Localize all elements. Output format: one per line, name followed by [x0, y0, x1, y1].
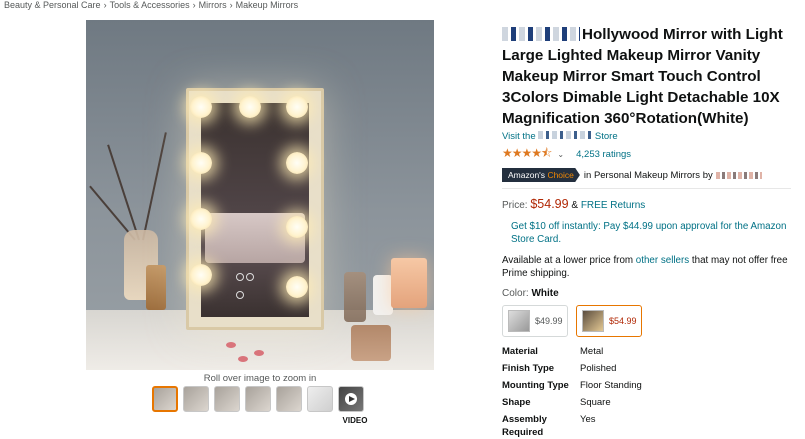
thumbnail-3[interactable]	[214, 386, 240, 412]
breadcrumb-separator: ›	[229, 0, 233, 10]
price-row: Price: $54.99 & FREE Returns	[502, 197, 792, 211]
color-label: Color:	[502, 288, 529, 299]
breadcrumb-separator: ›	[103, 0, 107, 10]
other-sellers-link[interactable]: other sellers	[636, 255, 689, 266]
spec-value: Metal	[580, 346, 604, 357]
spec-key: Assembly Required	[502, 414, 547, 438]
product-details: Hollywood Mirror with Light Large Lighte…	[502, 24, 792, 439]
seller-name-redacted	[715, 171, 762, 179]
product-title: Hollywood Mirror with Light Large Lighte…	[502, 24, 792, 129]
spec-row: Mounting Type Floor Standing	[502, 379, 792, 396]
image-bulb	[190, 264, 212, 286]
price-value: $54.99	[530, 197, 569, 211]
brand-name-redacted	[502, 27, 580, 41]
badge-context: in Personal Makeup Mirrors by	[583, 169, 713, 181]
video-label: VIDEO	[342, 416, 368, 425]
image-jar	[351, 325, 391, 361]
swatch-price: $54.99	[609, 316, 637, 326]
image-bulb	[190, 208, 212, 230]
color-swatch-option-1[interactable]: $49.99	[502, 305, 568, 337]
image-petal	[238, 356, 248, 362]
thumbnail-4[interactable]	[245, 386, 271, 412]
rating-row: ★★★★⯪ ⌄ 4,253 ratings	[502, 144, 792, 165]
spec-key: Material	[502, 346, 538, 357]
spec-value: Floor Standing	[580, 380, 642, 391]
spec-row: Finish Type Polished	[502, 362, 792, 379]
spec-value: Square	[580, 397, 611, 408]
product-specs: Material Metal Finish Type Polished Moun…	[502, 345, 792, 439]
image-touch-controls	[236, 268, 262, 299]
image-bottle	[146, 265, 166, 310]
store-name-redacted	[538, 131, 593, 139]
thumbnail-6[interactable]	[307, 386, 333, 412]
free-returns-separator: &	[571, 200, 579, 211]
breadcrumb-makeup-mirrors[interactable]: Makeup Mirrors	[236, 0, 299, 10]
image-petal	[254, 350, 264, 356]
availability-note: Available at a lower price from other se…	[502, 254, 792, 280]
spec-key: Mounting Type	[502, 380, 569, 391]
image-bulb	[286, 216, 308, 238]
visit-store-prefix: Visit the	[502, 131, 536, 142]
thumbnail-video[interactable]	[338, 386, 364, 412]
product-title-text: Hollywood Mirror with Light Large Lighte…	[502, 26, 783, 127]
price-label: Price:	[502, 200, 528, 211]
divider	[502, 188, 791, 189]
amazons-choice-row: Amazon's Choice in Personal Makeup Mirro…	[502, 168, 792, 182]
availability-prefix: Available at a lower price from	[502, 255, 634, 266]
badge-choice: Choice	[547, 170, 574, 180]
visit-store-link[interactable]: Visit the Store	[502, 131, 792, 142]
breadcrumb-mirrors[interactable]: Mirrors	[199, 0, 227, 10]
color-value: White	[531, 288, 559, 299]
badge-prefix: Amazon's	[508, 170, 546, 180]
thumbnail-5[interactable]	[276, 386, 302, 412]
image-bulb	[190, 152, 212, 174]
chevron-down-icon[interactable]: ⌄	[557, 150, 564, 159]
thumbnail-1[interactable]	[152, 386, 178, 412]
image-bulb	[190, 96, 212, 118]
color-swatches: $49.99 $54.99	[502, 305, 792, 337]
breadcrumb-tools[interactable]: Tools & Accessories	[110, 0, 190, 10]
breadcrumb-beauty[interactable]: Beauty & Personal Care	[4, 0, 101, 10]
zoom-hint: Roll over image to zoom in	[203, 373, 317, 384]
swatch-thumbnail	[508, 310, 530, 332]
image-bulb	[286, 276, 308, 298]
swatch-price: $49.99	[535, 316, 563, 326]
star-rating-icon[interactable]: ★★★★⯪	[502, 144, 552, 165]
amazons-choice-badge: Amazon's Choice	[502, 168, 580, 182]
image-candle	[391, 258, 427, 308]
main-product-image[interactable]	[86, 20, 434, 370]
image-bulb	[239, 96, 261, 118]
breadcrumb: Beauty & Personal Care › Tools & Accessori…	[4, 0, 298, 10]
color-selector: Color: White	[502, 288, 792, 299]
spec-row: Shape Square	[502, 396, 792, 413]
spec-value: Polished	[580, 363, 617, 374]
spec-row: Assembly Required Yes	[502, 413, 792, 439]
spec-key: Shape	[502, 397, 531, 408]
ratings-count-link[interactable]: 4,253 ratings	[576, 149, 631, 160]
free-returns-link[interactable]: FREE Returns	[581, 200, 645, 211]
swatch-thumbnail	[582, 310, 604, 332]
spec-key: Finish Type	[502, 363, 555, 374]
image-bulb	[286, 96, 308, 118]
image-white-bottle	[373, 275, 393, 315]
spec-row: Material Metal	[502, 345, 792, 362]
thumbnail-strip	[152, 386, 364, 412]
play-icon	[345, 393, 357, 405]
store-card-promo[interactable]: Get $10 off instantly: Pay $44.99 upon a…	[502, 220, 792, 246]
thumbnail-2[interactable]	[183, 386, 209, 412]
breadcrumb-separator: ›	[192, 0, 196, 10]
image-diffuser	[344, 272, 366, 322]
image-bulb	[286, 152, 308, 174]
color-swatch-option-2-selected[interactable]: $54.99	[576, 305, 642, 337]
image-petal	[226, 342, 236, 348]
spec-value: Yes	[580, 414, 596, 425]
visit-store-suffix: Store	[594, 131, 618, 142]
